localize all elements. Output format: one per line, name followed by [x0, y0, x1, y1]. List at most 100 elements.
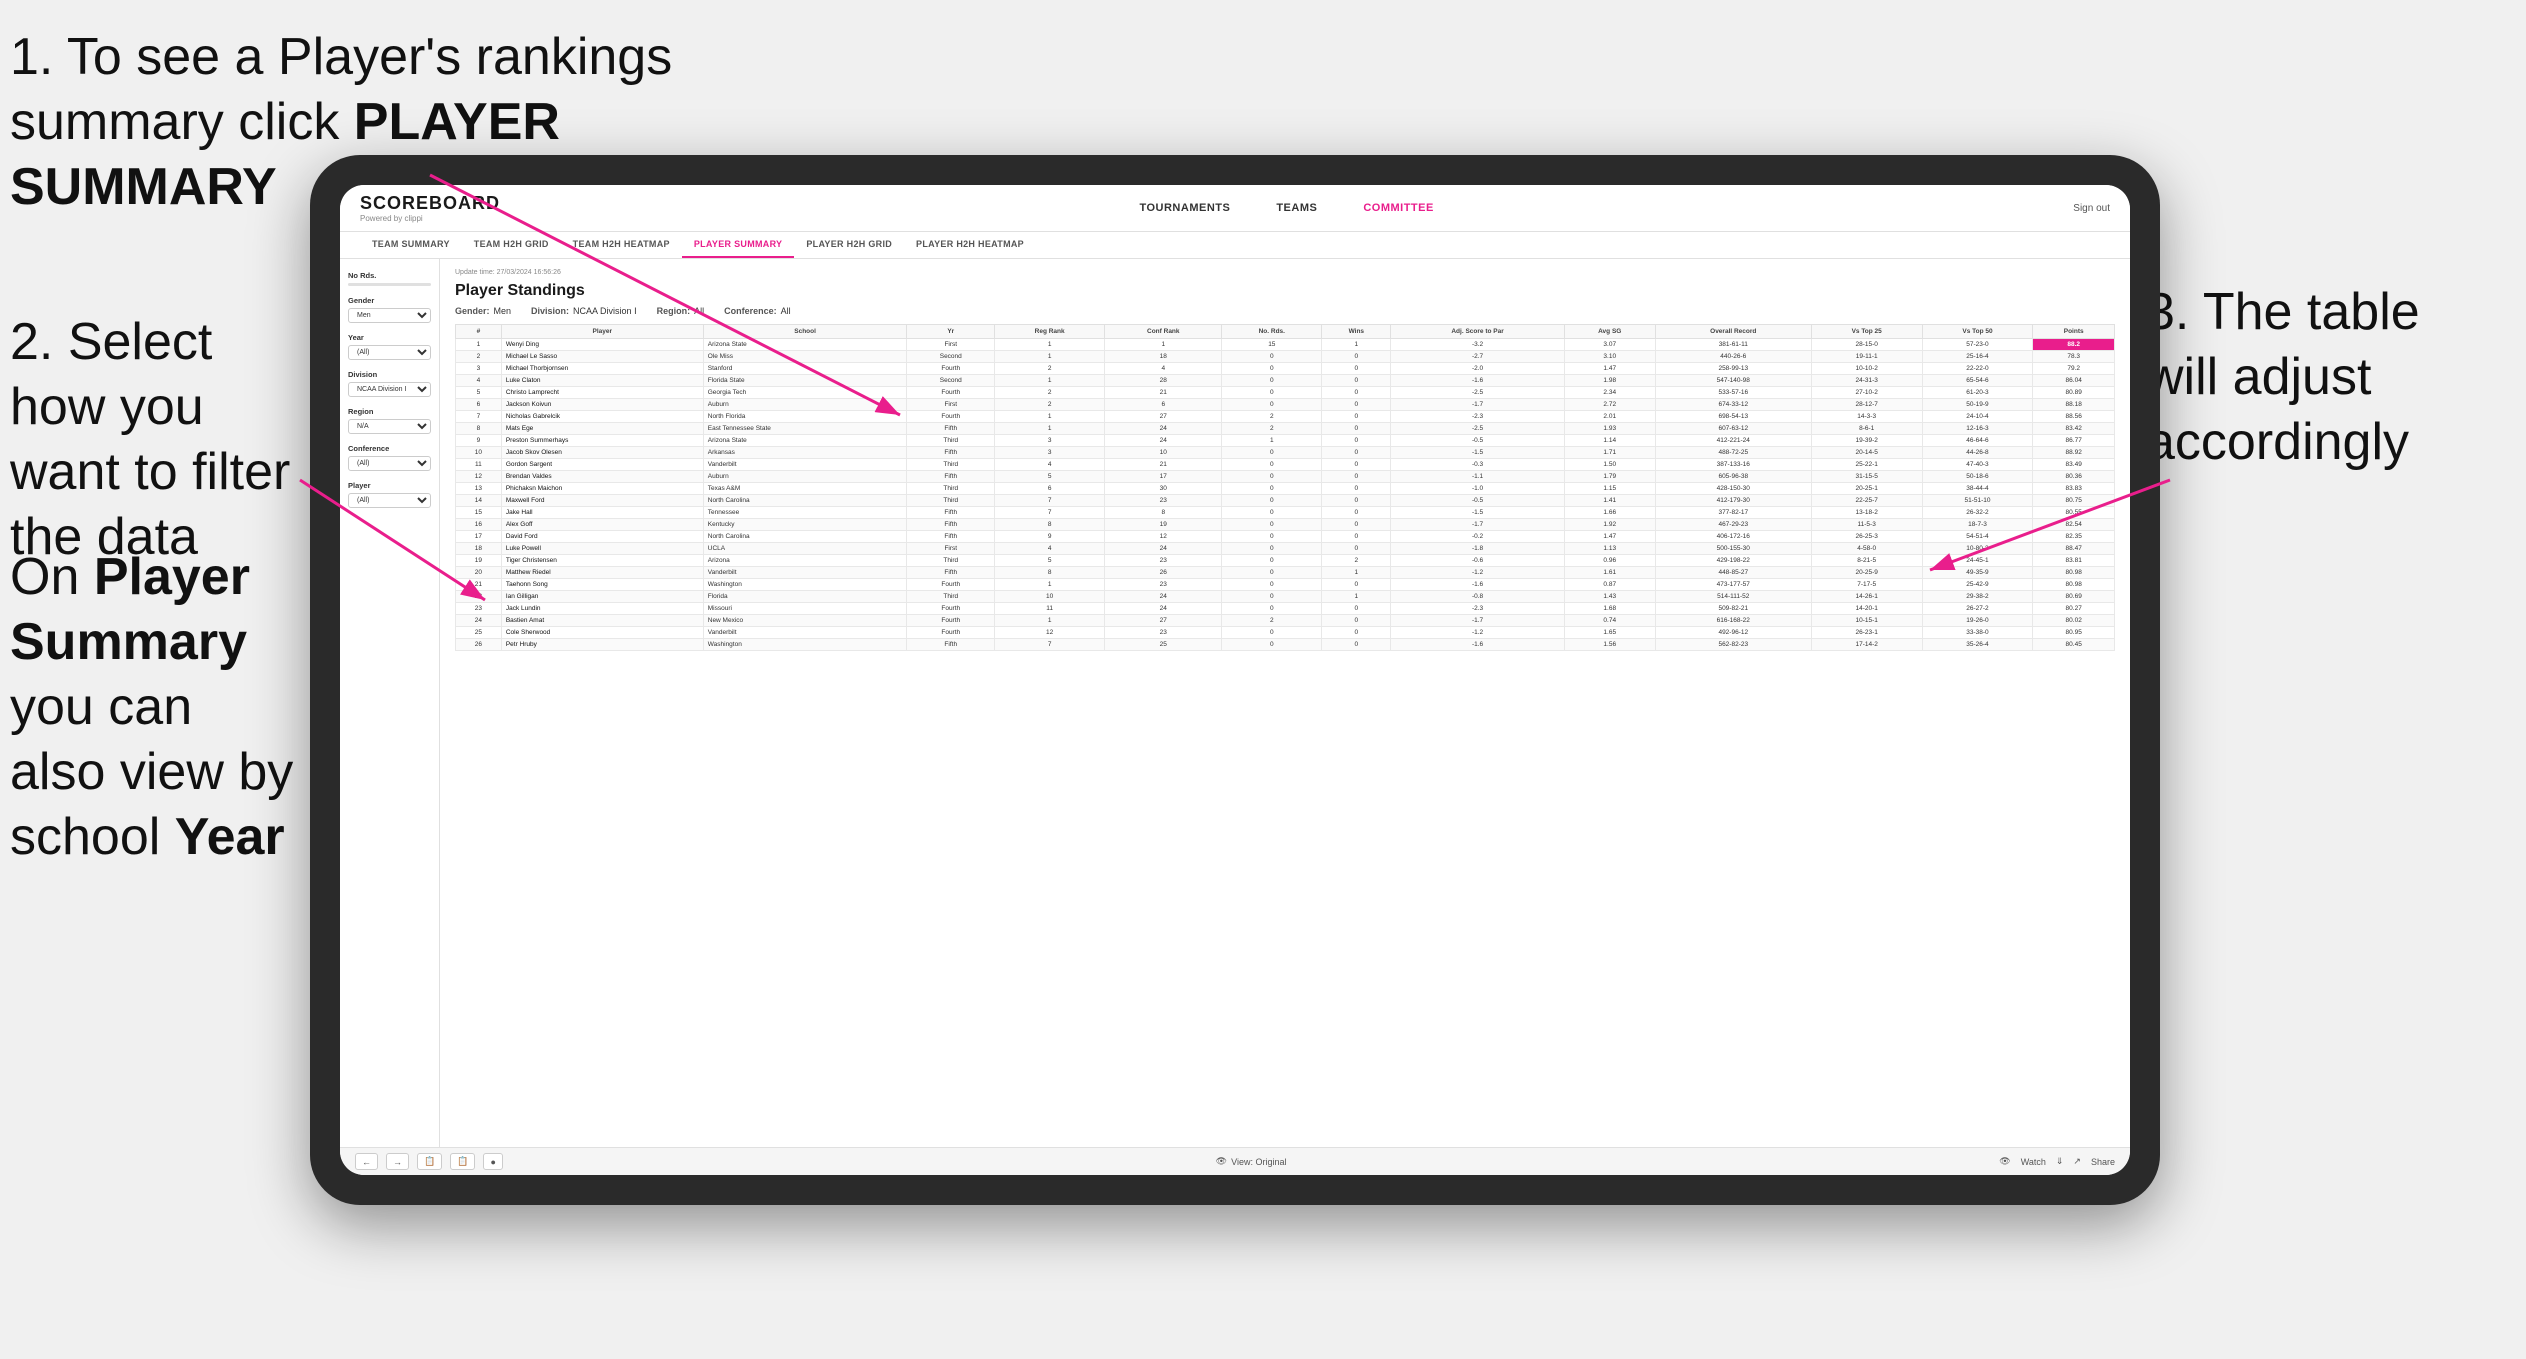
table-row: 3Michael ThorbjornsenStanfordFourth2400-… [456, 363, 2115, 375]
filter-division: Division NCAA Division I [348, 370, 431, 397]
col-adj-score: Adj. Score to Par [1391, 325, 1564, 339]
gender-filter-value: Men [494, 306, 512, 316]
division-label: Division [348, 370, 431, 379]
logo-text: SCOREBOARD [360, 193, 500, 214]
instruction-player-summary: On Player Summary you can also view by s… [10, 545, 295, 870]
redo-btn[interactable]: → [386, 1153, 409, 1170]
nav-committee[interactable]: COMMITTEE [1355, 198, 1442, 218]
step3-bold2: Year [175, 808, 285, 866]
filter-no-rds: No Rds. [348, 271, 431, 286]
player-select[interactable]: (All) [348, 493, 431, 508]
table-row: 15Jake HallTennesseeFifth7800-1.51.66377… [456, 507, 2115, 519]
sidebar-filters: No Rds. Gender Men Year (All) Divisio [340, 259, 440, 1147]
clock-btn[interactable]: ● [483, 1153, 502, 1170]
tablet-screen: SCOREBOARD Powered by clippi TOURNAMENTS… [340, 185, 2130, 1175]
copy-btn[interactable]: 📋 [417, 1153, 442, 1170]
main-content: No Rds. Gender Men Year (All) Divisio [340, 259, 2130, 1147]
no-rds-slider[interactable] [348, 283, 431, 286]
conference-filter-value: All [781, 306, 791, 316]
table-row: 10Jacob Skov OlesenArkansasFifth31000-1.… [456, 447, 2115, 459]
year-select[interactable]: (All) [348, 345, 431, 360]
nav-teams[interactable]: TEAMS [1268, 198, 1325, 218]
subnav-team-h2h-grid[interactable]: TEAM H2H GRID [462, 232, 561, 258]
filter-conference: Conference (All) [348, 444, 431, 471]
table-row: 4Luke ClatonFlorida StateSecond12800-1.6… [456, 375, 2115, 387]
table-row: 8Mats EgeEast Tennessee StateFifth12420-… [456, 423, 2115, 435]
sign-out-link[interactable]: Sign out [2073, 203, 2110, 214]
player-label: Player [348, 481, 431, 490]
subnav-player-h2h-heatmap[interactable]: PLAYER H2H HEATMAP [904, 232, 1036, 258]
step2-number: 2. [10, 313, 53, 371]
filter-year: Year (All) [348, 333, 431, 360]
region-select[interactable]: N/A [348, 419, 431, 434]
nav-tournaments[interactable]: TOURNAMENTS [1131, 198, 1238, 218]
col-school: School [703, 325, 907, 339]
subnav-team-summary[interactable]: TEAM SUMMARY [360, 232, 462, 258]
table-title: Player Standings [455, 282, 2115, 300]
toolbar-left: ← → 📋 📋 ● [355, 1153, 503, 1170]
gender-filter-label: Gender: [455, 306, 490, 316]
view-icon: 👁 [1216, 1156, 1227, 1167]
table-row: 24Bastien AmatNew MexicoFourth12720-1.70… [456, 615, 2115, 627]
table-row: 21Taehonn SongWashingtonFourth12300-1.60… [456, 579, 2115, 591]
table-row: 26Petr HrubyWashingtonFifth72500-1.61.56… [456, 639, 2115, 651]
table-row: 23Jack LundinMissouriFourth112400-2.31.6… [456, 603, 2115, 615]
division-filter-pill: Division: NCAA Division I [531, 306, 637, 316]
table-row: 12Brendan ValdesAuburnFifth51700-1.11.79… [456, 471, 2115, 483]
division-select[interactable]: NCAA Division I [348, 382, 431, 397]
conference-filter-pill: Conference: All [724, 306, 791, 316]
subnav-team-h2h-heatmap[interactable]: TEAM H2H HEATMAP [561, 232, 682, 258]
conference-select[interactable]: (All) [348, 456, 431, 471]
col-yr: Yr [907, 325, 995, 339]
gender-select[interactable]: Men [348, 308, 431, 323]
division-filter-value: NCAA Division I [573, 306, 637, 316]
header-actions: Sign out [2073, 203, 2110, 214]
share-icon[interactable]: ↗ [2073, 1156, 2081, 1167]
table-row: 11Gordon SargentVanderbiltThird42100-0.3… [456, 459, 2115, 471]
instruction-step2: 2. Select how you want to filter the dat… [10, 310, 295, 570]
conference-label: Conference [348, 444, 431, 453]
subnav-player-h2h-grid[interactable]: PLAYER H2H GRID [794, 232, 904, 258]
table-row: 1Wenyi DingArizona StateFirst11151-3.23.… [456, 339, 2115, 351]
watch-label[interactable]: Watch [2021, 1157, 2046, 1167]
table-row: 5Christo LamprechtGeorgia TechFourth2210… [456, 387, 2115, 399]
view-label: View: Original [1231, 1157, 1286, 1167]
year-label: Year [348, 333, 431, 342]
update-time: Update time: 27/03/2024 16:56:26 [455, 269, 2115, 276]
tablet-frame: SCOREBOARD Powered by clippi TOURNAMENTS… [310, 155, 2160, 1205]
region-filter-label: Region: [657, 306, 691, 316]
watch-icon: 👁 [1999, 1156, 2010, 1167]
table-row: 16Alex GoffKentuckyFifth81900-1.71.92467… [456, 519, 2115, 531]
filter-gender: Gender Men [348, 296, 431, 323]
paste-btn[interactable]: 📋 [450, 1153, 475, 1170]
table-row: 25Cole SherwoodVanderbiltFourth122300-1.… [456, 627, 2115, 639]
toolbar-right: 👁 Watch ⇓ ↗ Share [1999, 1156, 2115, 1167]
table-row: 6Jackson KoivunAuburnFirst2600-1.72.7267… [456, 399, 2115, 411]
step3-on: On [10, 548, 94, 606]
main-nav: TOURNAMENTS TEAMS COMMITTEE [1131, 198, 1441, 218]
conference-filter-label: Conference: [724, 306, 777, 316]
col-vs-top25: Vs Top 25 [1811, 325, 1922, 339]
table-row: 19Tiger ChristensenArizonaThird52302-0.6… [456, 555, 2115, 567]
table-header-section: Update time: 27/03/2024 16:56:26 Player … [455, 269, 2115, 316]
division-filter-label: Division: [531, 306, 569, 316]
table-row: 9Preston SummerhaysArizona StateThird324… [456, 435, 2115, 447]
col-overall: Overall Record [1655, 325, 1811, 339]
col-avg-sg: Avg SG [1564, 325, 1655, 339]
col-rank: # [456, 325, 502, 339]
subnav-player-summary[interactable]: PLAYER SUMMARY [682, 232, 795, 258]
download-icon[interactable]: ⇓ [2056, 1156, 2064, 1167]
player-standings-table: # Player School Yr Reg Rank Conf Rank No… [455, 324, 2115, 651]
col-points: Points [2033, 325, 2115, 339]
step3-right-text: 3. The table will adjust accordingly [2146, 283, 2420, 471]
share-label[interactable]: Share [2091, 1157, 2115, 1167]
col-player: Player [501, 325, 703, 339]
step1-text: To see a Player's rankings summary click [10, 28, 672, 151]
logo-sub: Powered by clippi [360, 214, 423, 223]
col-vs-top50: Vs Top 50 [1922, 325, 2033, 339]
gender-filter-pill: Gender: Men [455, 306, 511, 316]
col-no-rds: No. Rds. [1222, 325, 1322, 339]
filter-region: Region N/A [348, 407, 431, 434]
undo-btn[interactable]: ← [355, 1153, 378, 1170]
table-row: 20Matthew RiedelVanderbiltFifth82601-1.2… [456, 567, 2115, 579]
